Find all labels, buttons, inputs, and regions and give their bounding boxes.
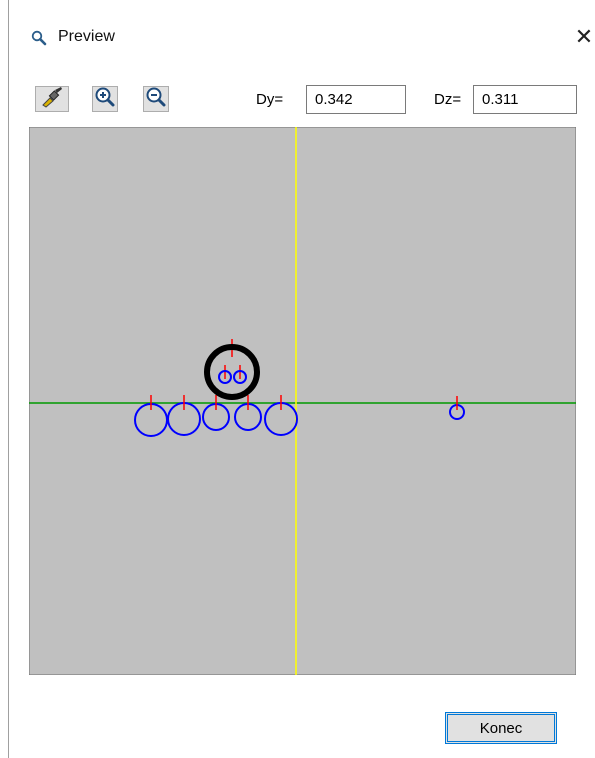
preview-canvas[interactable] <box>29 127 576 675</box>
title-bar: Preview ✕ <box>9 0 595 72</box>
dz-input[interactable] <box>473 85 577 114</box>
magnifier-icon <box>31 30 47 46</box>
zoom-out-button[interactable] <box>143 86 169 112</box>
dy-label: Dy= <box>256 91 284 108</box>
canvas-background <box>29 127 576 675</box>
konec-button[interactable]: Konec <box>445 712 557 744</box>
zoom-out-icon <box>146 87 166 112</box>
close-button[interactable]: ✕ <box>569 22 595 52</box>
zoom-in-button[interactable] <box>92 86 118 112</box>
zoom-in-icon <box>95 87 115 112</box>
brush-button[interactable] <box>35 86 69 112</box>
dy-input[interactable] <box>306 85 406 114</box>
window-title: Preview <box>58 28 115 45</box>
dz-label: Dz= <box>434 91 462 108</box>
window-border <box>8 0 9 758</box>
brush-icon <box>40 86 64 113</box>
left-edge <box>0 0 8 758</box>
